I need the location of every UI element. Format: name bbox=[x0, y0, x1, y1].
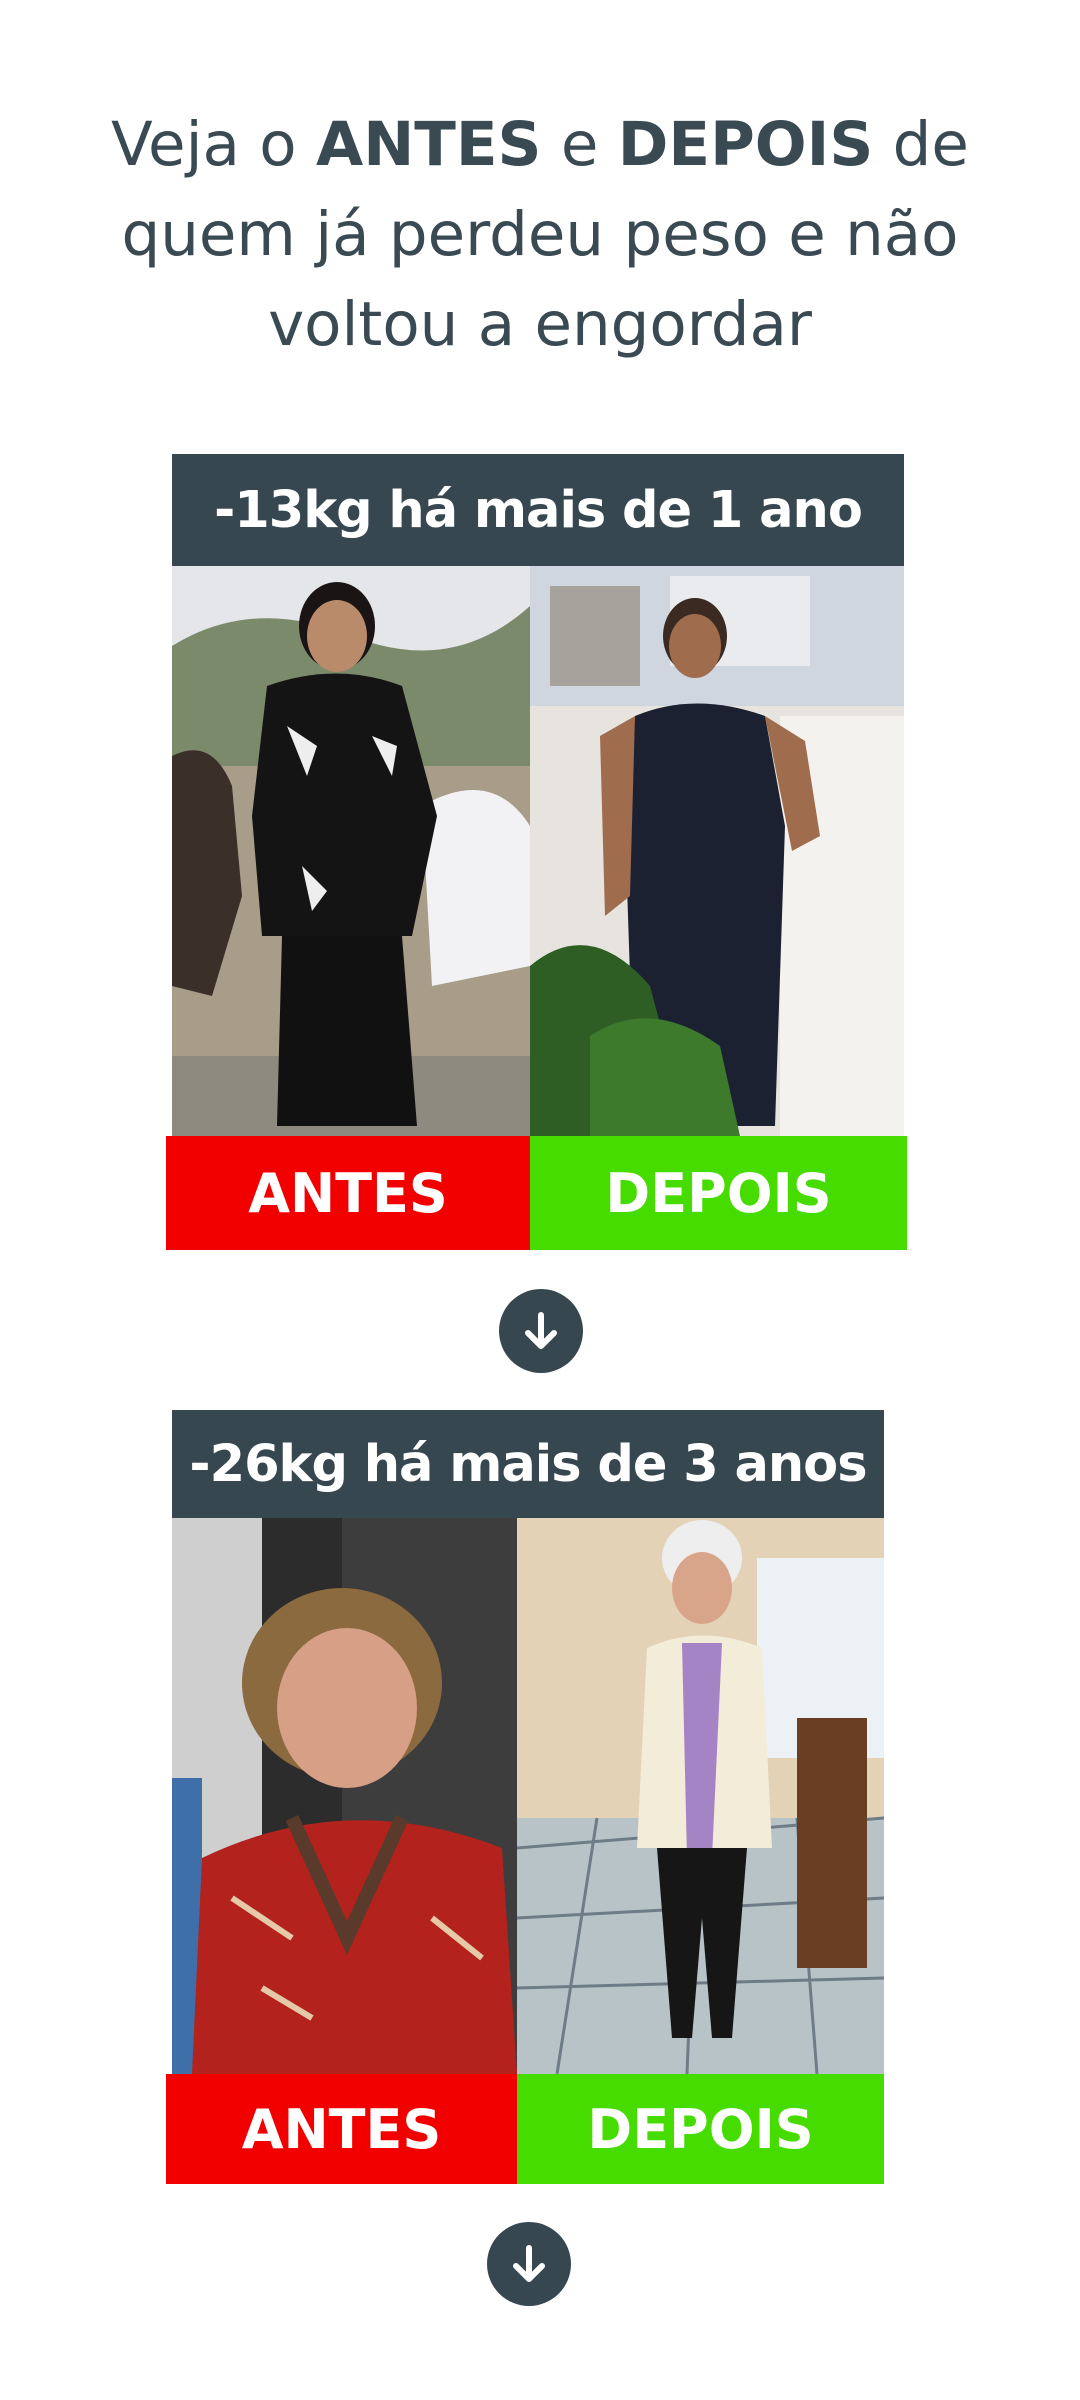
testimonial-2-depois-label: DEPOIS bbox=[517, 2074, 884, 2184]
headline-part-1: Veja o bbox=[111, 109, 316, 180]
testimonial-1-before-photo bbox=[172, 566, 530, 1136]
testimonial-2-antes-label: ANTES bbox=[166, 2074, 517, 2184]
headline: Veja o ANTES e DEPOIS de quem já perdeu … bbox=[60, 100, 1020, 370]
testimonial-2-title: -26kg há mais de 3 anos bbox=[172, 1410, 884, 1518]
testimonial-2-after-photo bbox=[517, 1518, 884, 2074]
testimonial-1-depois-label: DEPOIS bbox=[530, 1136, 907, 1250]
testimonial-1-title: -13kg há mais de 1 ano bbox=[172, 454, 904, 566]
page: Veja o ANTES e DEPOIS de quem já perdeu … bbox=[0, 0, 1080, 2400]
arrow-down-icon bbox=[525, 1312, 557, 1349]
arrow-down-icon bbox=[513, 2245, 545, 2282]
scroll-down-button-1[interactable] bbox=[499, 1289, 583, 1373]
headline-bold-depois: DEPOIS bbox=[617, 109, 874, 180]
headline-bold-antes: ANTES bbox=[316, 109, 542, 180]
testimonial-2-before-photo bbox=[172, 1518, 517, 2074]
testimonial-1-after-photo bbox=[530, 566, 904, 1136]
testimonial-1-antes-label: ANTES bbox=[166, 1136, 530, 1250]
headline-part-2: e bbox=[541, 109, 618, 180]
scroll-down-button-2[interactable] bbox=[487, 2222, 571, 2306]
